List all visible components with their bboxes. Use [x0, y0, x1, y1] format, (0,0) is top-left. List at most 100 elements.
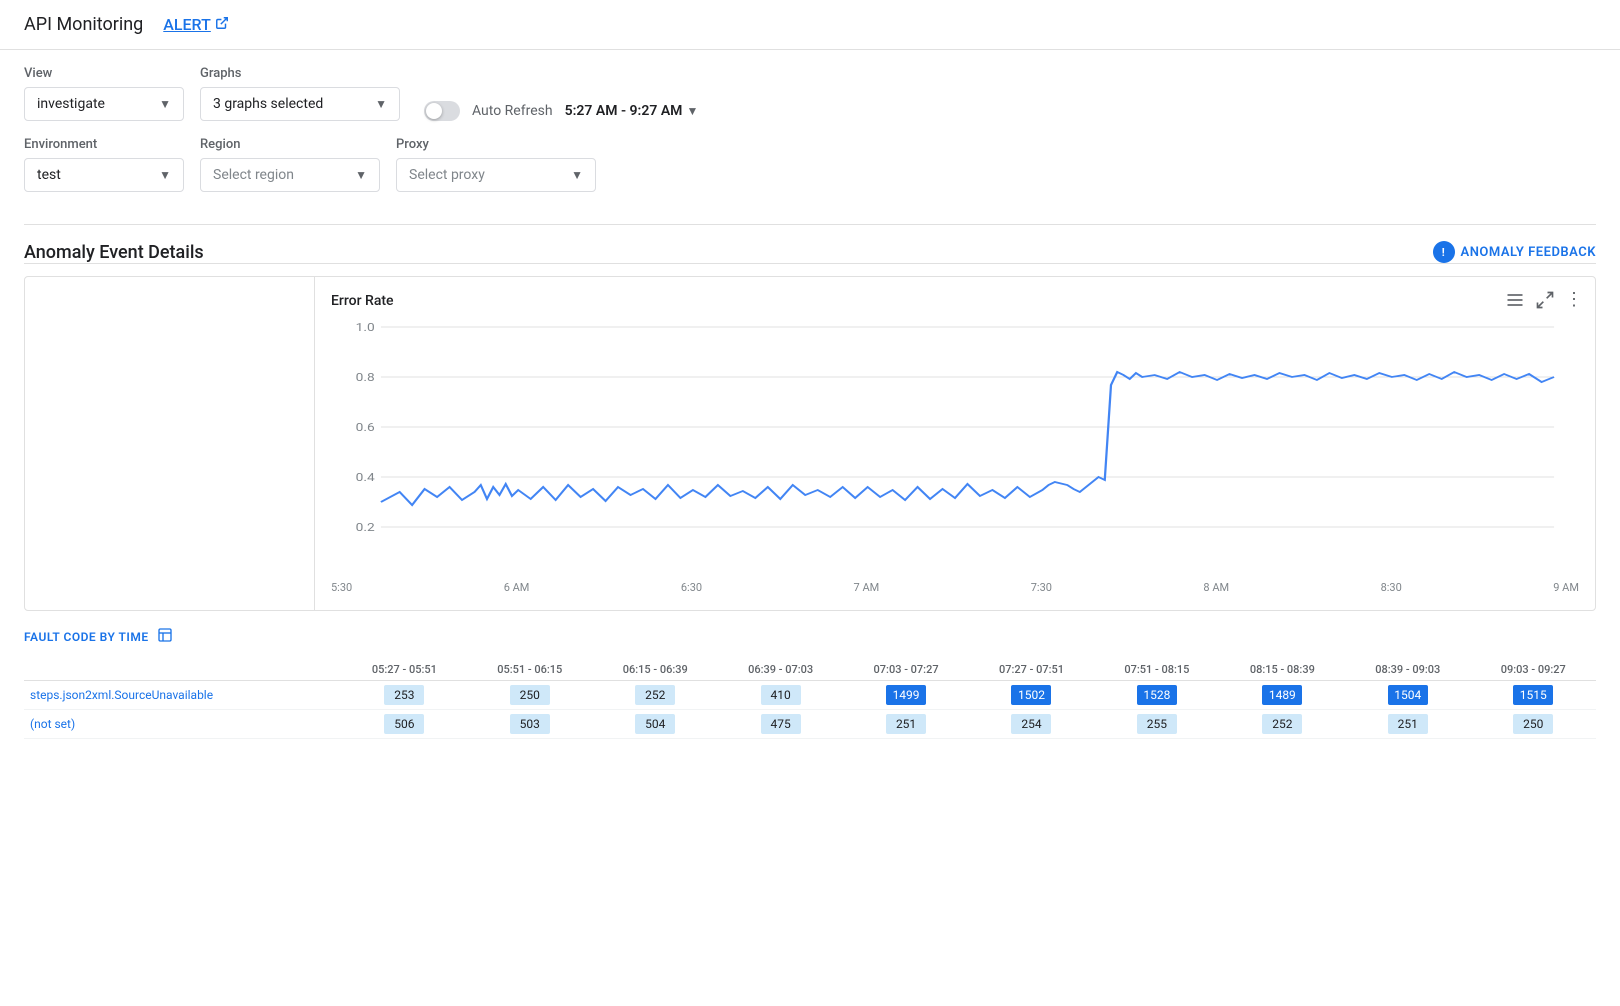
x-label-8am: 8 AM	[1203, 581, 1229, 594]
fault-cell: 253	[342, 681, 467, 710]
col-0839-0903: 08:39 - 09:03	[1345, 659, 1470, 681]
x-label-830: 8:30	[1381, 581, 1402, 594]
auto-refresh-area: Auto Refresh 5:27 AM - 9:27 AM ▼	[424, 101, 698, 121]
fault-cell: 255	[1094, 710, 1219, 739]
fault-cell: 252	[1220, 710, 1345, 739]
region-control-group: Region Select region ▼	[200, 137, 380, 192]
x-label-7am: 7 AM	[854, 581, 880, 594]
proxy-control-group: Proxy Select proxy ▼	[396, 137, 596, 192]
external-link-icon	[215, 16, 229, 34]
x-label-530: 5:30	[331, 581, 352, 594]
col-0615-0639: 06:15 - 06:39	[593, 659, 718, 681]
region-dropdown[interactable]: Select region ▼	[200, 158, 380, 192]
fault-cell: 506	[342, 710, 467, 739]
controls-row-1: View investigate ▼ Graphs 3 graphs selec…	[24, 66, 1596, 121]
graphs-value: 3 graphs selected	[213, 96, 323, 112]
fault-cell: 1502	[969, 681, 1094, 710]
anomaly-feedback-button[interactable]: ! ANOMALY FEEDBACK	[1433, 241, 1596, 263]
environment-dropdown[interactable]: test ▼	[24, 158, 184, 192]
fault-cell: 1528	[1094, 681, 1219, 710]
chart-sidebar	[25, 277, 315, 610]
fault-cell: 410	[718, 681, 843, 710]
x-label-9am: 9 AM	[1553, 581, 1579, 594]
fault-cell: 250	[1470, 710, 1596, 739]
col-0751-0815: 07:51 - 08:15	[1094, 659, 1219, 681]
view-dropdown[interactable]: investigate ▼	[24, 87, 184, 121]
region-placeholder: Select region	[213, 167, 294, 183]
fault-row-name[interactable]: (not set)	[24, 710, 342, 739]
fault-table-row: (not set)506503504475251254255252251250	[24, 710, 1596, 739]
svg-text:0.4: 0.4	[356, 471, 375, 484]
chart-svg: 1.0 0.8 0.6 0.4 0.2	[331, 317, 1579, 577]
chart-controls: ⋮	[1505, 289, 1583, 310]
environment-label: Environment	[24, 137, 184, 152]
graphs-label: Graphs	[200, 66, 400, 81]
col-0551-0615: 05:51 - 06:15	[467, 659, 592, 681]
x-label-730: 7:30	[1031, 581, 1052, 594]
fault-row-name[interactable]: steps.json2xml.SourceUnavailable	[24, 681, 342, 710]
page-header: API Monitoring ALERT	[0, 0, 1620, 50]
fault-cell: 503	[467, 710, 592, 739]
fault-table-row: steps.json2xml.SourceUnavailable25325025…	[24, 681, 1596, 710]
view-dropdown-arrow: ▼	[159, 97, 171, 111]
more-options-icon[interactable]: ⋮	[1565, 289, 1583, 310]
svg-text:1.0: 1.0	[356, 321, 375, 334]
controls-section: View investigate ▼ Graphs 3 graphs selec…	[0, 50, 1620, 224]
alert-link[interactable]: ALERT	[163, 15, 229, 34]
proxy-dropdown[interactable]: Select proxy ▼	[396, 158, 596, 192]
fault-cell: 251	[843, 710, 968, 739]
fault-cell: 475	[718, 710, 843, 739]
fault-table: 05:27 - 05:51 05:51 - 06:15 06:15 - 06:3…	[24, 659, 1596, 739]
proxy-dropdown-arrow: ▼	[571, 168, 583, 182]
chart-area: Error Rate ⋮	[24, 276, 1596, 611]
fault-header: FAULT CODE BY TIME	[24, 627, 1596, 647]
col-0703-0727: 07:03 - 07:27	[843, 659, 968, 681]
environment-dropdown-arrow: ▼	[159, 168, 171, 182]
proxy-placeholder: Select proxy	[409, 167, 485, 183]
x-label-630: 6:30	[681, 581, 702, 594]
chart-x-labels: 5:30 6 AM 6:30 7 AM 7:30 8 AM 8:30 9 AM	[331, 577, 1579, 594]
svg-text:0.6: 0.6	[356, 421, 375, 434]
chart-container: 1.0 0.8 0.6 0.4 0.2	[331, 317, 1579, 577]
auto-refresh-label: Auto Refresh	[472, 103, 553, 119]
legend-icon[interactable]	[1505, 290, 1525, 310]
graphs-control-group: Graphs 3 graphs selected ▼	[200, 66, 400, 121]
fault-cell: 254	[969, 710, 1094, 739]
graphs-dropdown[interactable]: 3 graphs selected ▼	[200, 87, 400, 121]
view-control-group: View investigate ▼	[24, 66, 184, 121]
auto-refresh-toggle[interactable]	[424, 101, 460, 121]
feedback-label: ANOMALY FEEDBACK	[1461, 245, 1596, 260]
time-range-selector[interactable]: 5:27 AM - 9:27 AM ▼	[565, 103, 699, 119]
col-0815-0839: 08:15 - 08:39	[1220, 659, 1345, 681]
fullscreen-icon[interactable]	[1535, 290, 1555, 310]
view-label: View	[24, 66, 184, 81]
chart-main: Error Rate ⋮	[315, 277, 1595, 610]
view-value: investigate	[37, 96, 105, 112]
proxy-label: Proxy	[396, 137, 596, 152]
col-0527-0551: 05:27 - 05:51	[342, 659, 467, 681]
fault-cell: 251	[1345, 710, 1470, 739]
time-range-value: 5:27 AM - 9:27 AM	[565, 103, 683, 119]
toggle-knob	[426, 103, 442, 119]
fault-section: FAULT CODE BY TIME 05:27 - 05:51 05:51 -…	[24, 627, 1596, 739]
anomaly-section-header: Anomaly Event Details ! ANOMALY FEEDBACK	[0, 225, 1620, 263]
x-label-6am: 6 AM	[504, 581, 530, 594]
export-icon[interactable]	[157, 627, 173, 647]
col-name	[24, 659, 342, 681]
fault-cell: 1515	[1470, 681, 1596, 710]
fault-cell: 1489	[1220, 681, 1345, 710]
col-0639-0703: 06:39 - 07:03	[718, 659, 843, 681]
feedback-icon: !	[1433, 241, 1455, 263]
fault-table-header-row: 05:27 - 05:51 05:51 - 06:15 06:15 - 06:3…	[24, 659, 1596, 681]
fault-cell: 1499	[843, 681, 968, 710]
fault-table-title: FAULT CODE BY TIME	[24, 630, 149, 644]
fault-cell: 504	[593, 710, 718, 739]
fault-cell: 1504	[1345, 681, 1470, 710]
controls-row-2: Environment test ▼ Region Select region …	[24, 137, 1596, 192]
col-0903-0927: 09:03 - 09:27	[1470, 659, 1596, 681]
fault-cell: 252	[593, 681, 718, 710]
fault-cell: 250	[467, 681, 592, 710]
anomaly-title: Anomaly Event Details	[24, 242, 204, 263]
environment-control-group: Environment test ▼	[24, 137, 184, 192]
region-label: Region	[200, 137, 380, 152]
